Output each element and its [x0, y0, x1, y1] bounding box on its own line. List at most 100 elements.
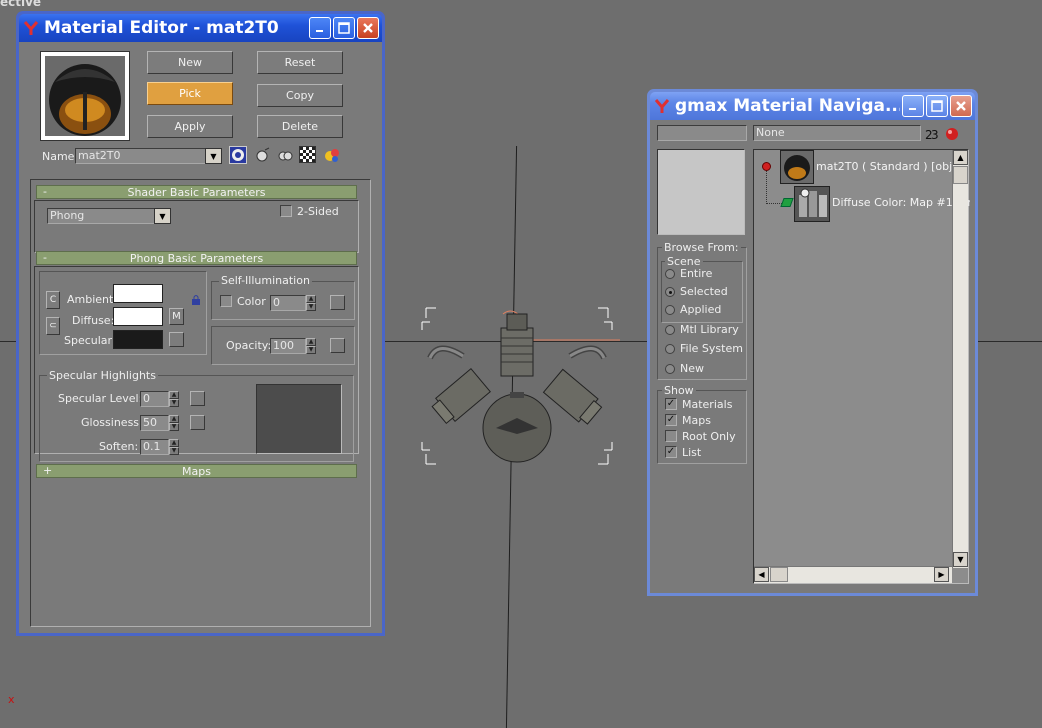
material-navigator-window: gmax Material Naviga... None 23 Browse F…	[647, 89, 978, 596]
name-dropdown-arrow-icon[interactable]: ▼	[205, 148, 222, 164]
delete-button[interactable]: Delete	[257, 115, 343, 138]
material-type-icon[interactable]	[229, 146, 247, 164]
tree-item-material[interactable]: mat2T0 ( Standard ) [obj1]	[816, 160, 963, 173]
diffuse-color-swatch[interactable]	[113, 307, 163, 326]
specular-map-button[interactable]	[169, 332, 184, 347]
specular-level-field[interactable]: 0	[140, 391, 169, 407]
browse-option-label: Applied	[680, 303, 722, 316]
navigator-dropdown[interactable]: None	[753, 125, 921, 141]
show-checkbox-materials[interactable]: ✓	[665, 398, 677, 410]
specular-color-swatch[interactable]	[113, 330, 163, 349]
specular-label: Specular:	[64, 334, 116, 347]
maximize-button[interactable]	[926, 95, 948, 117]
scroll-up-icon[interactable]: ▲	[953, 150, 968, 165]
ambient-label: Ambient:	[67, 293, 118, 306]
reset-button[interactable]: Reset	[257, 51, 343, 74]
tree-horizontal-scrollbar[interactable]: ◀ ▶	[754, 566, 952, 583]
diffuse-label: Diffuse:	[72, 314, 115, 327]
glossiness-field[interactable]: 50	[140, 415, 169, 431]
browse-radio-applied[interactable]	[665, 305, 675, 315]
specular-level-map-button[interactable]	[190, 391, 205, 406]
browse-radio-mtl-library[interactable]	[665, 325, 675, 335]
maximize-button[interactable]	[333, 17, 355, 39]
soften-field[interactable]: 0.1	[140, 439, 169, 455]
material-properties-icon[interactable]: 23	[925, 126, 941, 142]
material-name-field[interactable]: mat2T0	[75, 148, 209, 164]
self-illum-color-checkbox[interactable]	[220, 295, 232, 307]
specular-highlights-title: Specular Highlights	[47, 369, 158, 382]
browse-option-label: Selected	[680, 285, 728, 298]
show-option-label: Maps	[682, 414, 711, 427]
put-material-icon[interactable]	[277, 147, 293, 163]
gmax-logo-icon	[22, 19, 40, 37]
material-preview-slot[interactable]	[40, 51, 130, 141]
minimize-button[interactable]	[309, 17, 331, 39]
show-checkbox-maps[interactable]: ✓	[665, 414, 677, 426]
copy-button[interactable]: Copy	[257, 84, 343, 107]
scroll-left-icon[interactable]: ◀	[754, 567, 769, 582]
material-effects-icon[interactable]	[323, 146, 341, 164]
self-illum-map-button[interactable]	[330, 295, 345, 310]
material-ball-icon[interactable]	[944, 125, 960, 141]
close-button[interactable]	[950, 95, 972, 117]
glossiness-map-button[interactable]	[190, 415, 205, 430]
two-sided-checkbox[interactable]	[280, 205, 292, 217]
opacity-value-field[interactable]: 100	[270, 338, 306, 354]
minimize-button[interactable]	[902, 95, 924, 117]
browse-radio-new[interactable]	[665, 364, 675, 374]
map-node-icon	[780, 198, 794, 207]
gmax-logo-icon	[653, 97, 671, 115]
shader-basic-parameters-header[interactable]: - Shader Basic Parameters	[36, 185, 357, 199]
browse-radio-file-system[interactable]	[665, 344, 675, 354]
vertical-scroll-thumb[interactable]	[953, 166, 968, 184]
show-title: Show	[662, 384, 696, 397]
diffuse-map-button[interactable]: M	[169, 308, 184, 325]
self-illum-value-field[interactable]: 0	[270, 295, 306, 311]
show-checkbox-list[interactable]: ✓	[665, 446, 677, 458]
lock-ambient-diffuse-button[interactable]: C	[46, 291, 60, 309]
glossiness-spinner[interactable]: ▲ ▼	[169, 415, 179, 431]
tree-connector	[766, 203, 782, 204]
self-illum-spinner[interactable]: ▲ ▼	[306, 295, 316, 311]
browse-radio-selected[interactable]	[665, 287, 675, 297]
show-option-label: Materials	[682, 398, 733, 411]
navigator-preview	[657, 149, 745, 235]
new-button[interactable]: New	[147, 51, 233, 74]
apply-button[interactable]: Apply	[147, 115, 233, 138]
browse-option-label: Mtl Library	[680, 323, 739, 336]
opacity-spinner[interactable]: ▲ ▼	[306, 338, 316, 354]
shader-dropdown-arrow-icon[interactable]: ▼	[154, 208, 171, 224]
engine-model[interactable]	[418, 300, 654, 472]
soften-spinner[interactable]: ▲ ▼	[169, 439, 179, 455]
get-material-icon[interactable]	[255, 147, 271, 163]
material-editor-titlebar[interactable]: Material Editor - mat2T0	[19, 14, 382, 42]
specular-level-spinner[interactable]: ▲ ▼	[169, 391, 179, 407]
material-tree-view[interactable]: mat2T0 ( Standard ) [obj1] Diffuse Color…	[753, 149, 970, 584]
tree-map-thumbnail[interactable]	[794, 186, 830, 222]
tree-material-thumbnail[interactable]	[780, 150, 814, 184]
show-checkbox-root-only[interactable]	[665, 430, 677, 442]
lock-icon[interactable]	[190, 294, 202, 306]
opacity-label: Opacity:	[226, 339, 272, 352]
lock-diffuse-specular-button[interactable]: ⊂	[46, 317, 60, 335]
opacity-map-button[interactable]	[330, 338, 345, 353]
pick-button[interactable]: Pick	[147, 82, 233, 105]
material-sphere-icon	[45, 56, 125, 136]
maps-header[interactable]: + Maps	[36, 464, 357, 478]
scroll-down-icon[interactable]: ▼	[953, 552, 968, 567]
shader-type-dropdown[interactable]: Phong	[47, 208, 165, 224]
material-node-icon	[762, 162, 771, 171]
navigator-titlebar[interactable]: gmax Material Naviga...	[650, 92, 975, 120]
show-option-label: Root Only	[682, 430, 736, 443]
background-checker-icon[interactable]	[299, 146, 316, 163]
close-button[interactable]	[357, 17, 379, 39]
browse-radio-entire[interactable]	[665, 269, 675, 279]
axis-marker: x	[8, 693, 15, 706]
phong-basic-parameters-header[interactable]: - Phong Basic Parameters	[36, 251, 357, 265]
scroll-right-icon[interactable]: ▶	[934, 567, 949, 582]
navigator-name-field[interactable]	[657, 125, 747, 141]
ambient-color-swatch[interactable]	[113, 284, 163, 303]
tree-item-map[interactable]: Diffuse Color: Map #1 (ar	[832, 196, 970, 209]
tree-vertical-scrollbar[interactable]: ▲ ▼	[952, 150, 968, 568]
horizontal-scroll-thumb[interactable]	[770, 567, 788, 582]
